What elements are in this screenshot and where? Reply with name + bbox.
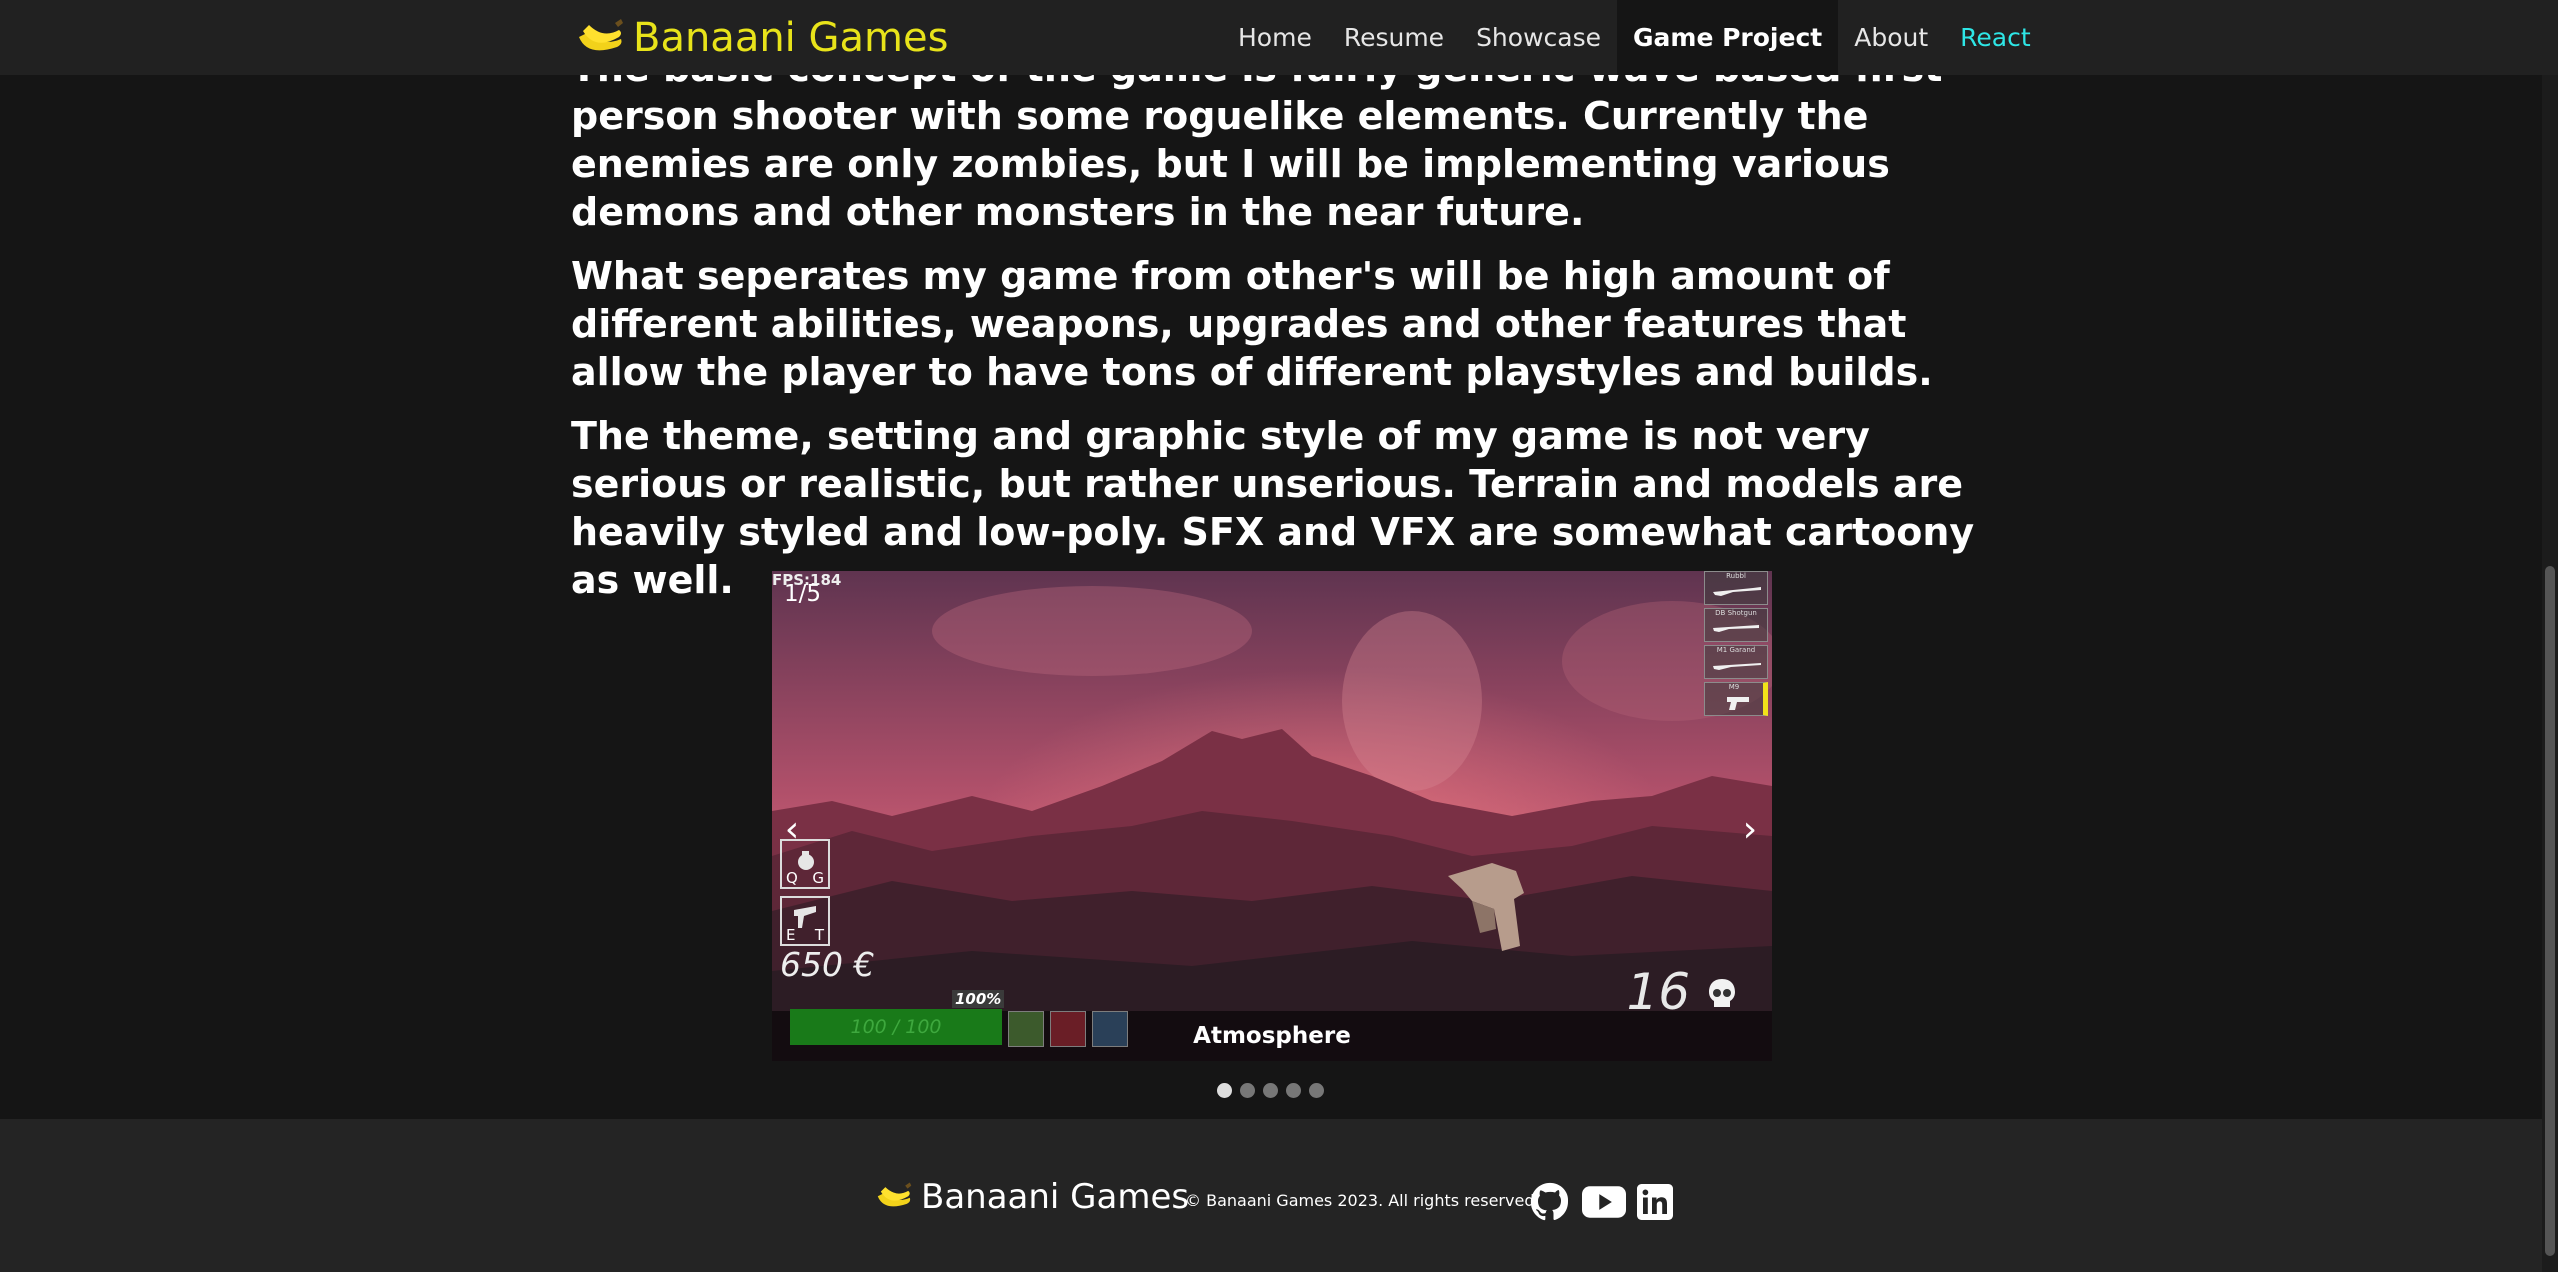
banana-logo-icon — [579, 19, 623, 51]
carousel-prev-button[interactable]: ‹ — [772, 799, 812, 859]
shotgun-icon — [1713, 625, 1759, 632]
banana-logo-icon — [877, 1182, 912, 1207]
screenshot-carousel: FPS:184 1/5 Rubbl DB Shotgun M1 Garand M… — [772, 571, 1772, 1061]
footer-brand-name: Banaani Games — [921, 1177, 1190, 1217]
weapon-slot-1: Rubbl — [1704, 571, 1768, 605]
ability-key: T — [814, 926, 824, 944]
slide-caption: Atmosphere — [1193, 1023, 1351, 1049]
weapon-name: M1 Garand — [1716, 646, 1756, 654]
ability-key: G — [812, 869, 824, 887]
carousel-indicators — [1217, 1083, 1324, 1098]
health-percent: 100% — [952, 990, 1005, 1008]
nav-brand[interactable]: Banaani Games — [573, 8, 948, 68]
navbar: Banaani Games Home Resume Showcase Game … — [0, 0, 2558, 75]
footer: Banaani Games © Banaani Games 2023. All … — [0, 1119, 2558, 1272]
carousel-next-button[interactable]: › — [1730, 799, 1770, 859]
garand-icon — [1713, 663, 1761, 670]
weapon-name: Rubbl — [1726, 572, 1746, 580]
pistol-icon — [1727, 697, 1749, 710]
carousel-indicator-2[interactable] — [1240, 1083, 1255, 1098]
copyright-text: © Banaani Games 2023. All rights reserve… — [1185, 1191, 1535, 1210]
wave-counter: 1/5 — [784, 581, 822, 607]
nav-link-react[interactable]: React — [1944, 0, 2047, 75]
github-icon[interactable] — [1530, 1182, 1570, 1222]
rifle-icon — [1713, 587, 1761, 596]
youtube-icon[interactable] — [1582, 1182, 1626, 1222]
brand-name: Banaani Games — [633, 15, 949, 61]
nav-link-showcase[interactable]: Showcase — [1460, 0, 1617, 75]
footer-brand[interactable]: Banaani Games — [873, 1177, 1189, 1217]
scrollbar-thumb[interactable] — [2545, 566, 2555, 1256]
game-screenshot — [772, 571, 1772, 1061]
paragraph-features: What seperates my game from other's will… — [571, 254, 1933, 394]
weapon-slot-4-selected: M9 — [1704, 682, 1768, 716]
nav-link-resume[interactable]: Resume — [1328, 0, 1460, 75]
nav-link-about[interactable]: About — [1838, 0, 1944, 75]
money-counter: 650 € — [780, 945, 875, 984]
nav-links: Home Resume Showcase Game Project About … — [1222, 0, 2047, 75]
weapon-name: DB Shotgun — [1715, 609, 1757, 617]
weapon-slot-3: M1 Garand — [1704, 645, 1768, 679]
nav-link-game-project[interactable]: Game Project — [1617, 0, 1839, 75]
skull-icon — [1709, 979, 1735, 1007]
linkedin-icon[interactable] — [1637, 1184, 1673, 1220]
carousel-indicator-4[interactable] — [1286, 1083, 1301, 1098]
scrollbar-track[interactable] — [2542, 0, 2558, 1272]
weapon-name: M9 — [1728, 683, 1740, 691]
ability-key: Q — [786, 869, 798, 887]
nav-link-home[interactable]: Home — [1222, 0, 1328, 75]
ability-key: E — [786, 926, 796, 944]
carousel-indicator-1[interactable] — [1217, 1083, 1232, 1098]
carousel-indicator-5[interactable] — [1309, 1083, 1324, 1098]
carousel-indicator-3[interactable] — [1263, 1083, 1278, 1098]
weapon-slot-2: DB Shotgun — [1704, 608, 1768, 642]
ability-turret-box: E T — [780, 896, 830, 946]
